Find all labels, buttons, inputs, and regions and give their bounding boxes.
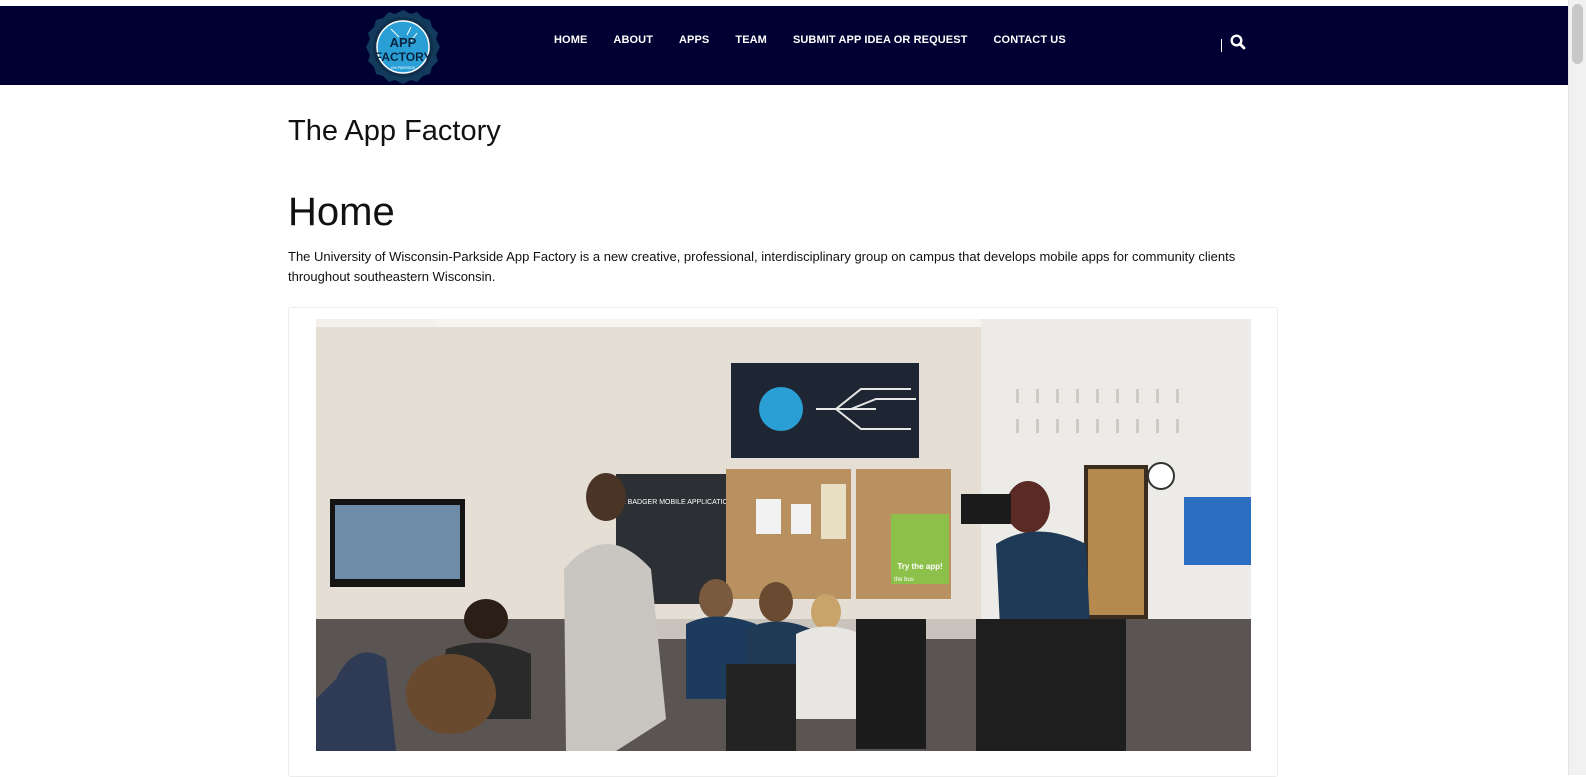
app-factory-logo[interactable]: APP FACTORY UW-PARKSIDE xyxy=(363,9,443,85)
nav-contact-us[interactable]: CONTACT US xyxy=(994,33,1066,47)
nav-team[interactable]: TEAM xyxy=(735,33,767,47)
intro-paragraph: The University of Wisconsin-Parkside App… xyxy=(288,249,1236,284)
main-nav: HOME ABOUT APPS TEAM SUBMIT APP IDEA OR … xyxy=(554,33,1092,47)
search-icon[interactable] xyxy=(1229,33,1247,51)
nav-submit-app-idea[interactable]: SUBMIT APP IDEA OR REQUEST xyxy=(793,33,968,47)
featured-image-card: RIDE BADGER MOBILE APPLICATION Try the a… xyxy=(288,307,1278,777)
svg-text:UW-PARKSIDE: UW-PARKSIDE xyxy=(391,66,416,70)
site-title[interactable]: The App Factory xyxy=(288,113,501,149)
svg-text:the bus: the bus xyxy=(894,577,914,583)
nav-home[interactable]: HOME xyxy=(554,33,587,47)
svg-text:RIDE BADGER MOBILE APPLICATION: RIDE BADGER MOBILE APPLICATION xyxy=(609,499,733,506)
nav-about[interactable]: ABOUT xyxy=(613,33,653,47)
nav-divider xyxy=(1221,39,1222,52)
page-heading: Home xyxy=(288,190,395,234)
svg-text:FACTORY: FACTORY xyxy=(375,50,432,64)
vertical-scrollbar[interactable] xyxy=(1568,0,1586,775)
svg-text:APP: APP xyxy=(390,35,417,50)
nav-apps[interactable]: APPS xyxy=(679,33,709,47)
app-factory-lab-photo: RIDE BADGER MOBILE APPLICATION Try the a… xyxy=(316,319,1251,751)
scrollbar-thumb[interactable] xyxy=(1572,4,1583,64)
site-header: APP FACTORY UW-PARKSIDE HOME ABOUT APPS … xyxy=(0,6,1568,85)
svg-text:Try the app!: Try the app! xyxy=(897,562,942,571)
